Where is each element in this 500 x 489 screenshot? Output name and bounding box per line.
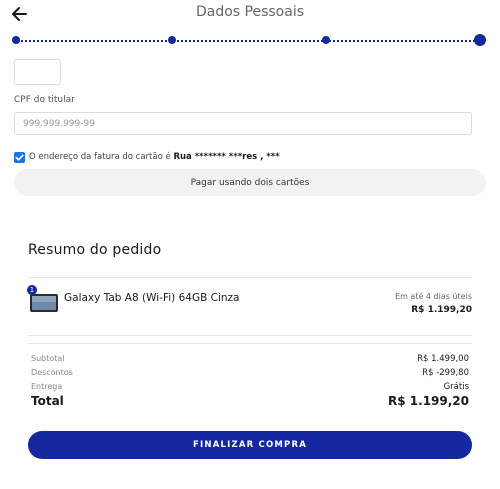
summary-divider-mid [28, 335, 472, 336]
summary-divider-mid-2 [28, 343, 472, 344]
cpf-input[interactable] [14, 112, 472, 135]
billing-address-text: O endereço da fatura do cartão é Rua ***… [29, 152, 280, 162]
total-value: R$ 1.199,20 [388, 394, 469, 408]
billing-address-checkbox[interactable] [14, 152, 25, 163]
page-title: Dados Pessoais [195, 4, 305, 20]
stepper-line [18, 40, 482, 42]
billing-address-value: Rua ******* ***res , *** [173, 152, 280, 162]
step-2-dot [168, 36, 176, 44]
progress-stepper [12, 34, 488, 48]
order-summary-title: Resumo do pedido [28, 242, 162, 258]
step-3-dot [322, 36, 330, 44]
subtotal-label: Subtotal [31, 354, 65, 363]
shipping-label: Entrega [31, 382, 63, 391]
checkmark-icon [15, 154, 24, 161]
pay-two-cards-button[interactable]: Pagar usando dois cartões [14, 169, 486, 196]
product-name: Galaxy Tab A8 (Wi-Fi) 64GB Cinza [64, 292, 240, 304]
discount-label: Descontos [31, 368, 73, 377]
step-4-dot-active [474, 34, 486, 46]
step-1-dot [12, 36, 20, 44]
shipping-value: Grátis [443, 382, 469, 392]
cpf-label: CPF do titular [14, 95, 75, 105]
billing-address-prefix: O endereço da fatura do cartão é [29, 152, 174, 162]
total-label: Total [31, 394, 64, 408]
quantity-badge: 1 [27, 285, 37, 295]
product-thumbnail [29, 292, 59, 314]
tablet-icon [30, 294, 58, 312]
discount-value: R$ -299,80 [422, 368, 469, 378]
card-field-partial[interactable] [14, 59, 61, 85]
checkout-button[interactable]: FINALIZAR COMPRA [28, 431, 472, 459]
product-price: R$ 1.199,20 [411, 305, 472, 315]
delivery-estimate: Em até 4 dias úteis [395, 292, 472, 301]
subtotal-value: R$ 1.499,00 [417, 354, 469, 364]
summary-divider-top [28, 277, 472, 278]
